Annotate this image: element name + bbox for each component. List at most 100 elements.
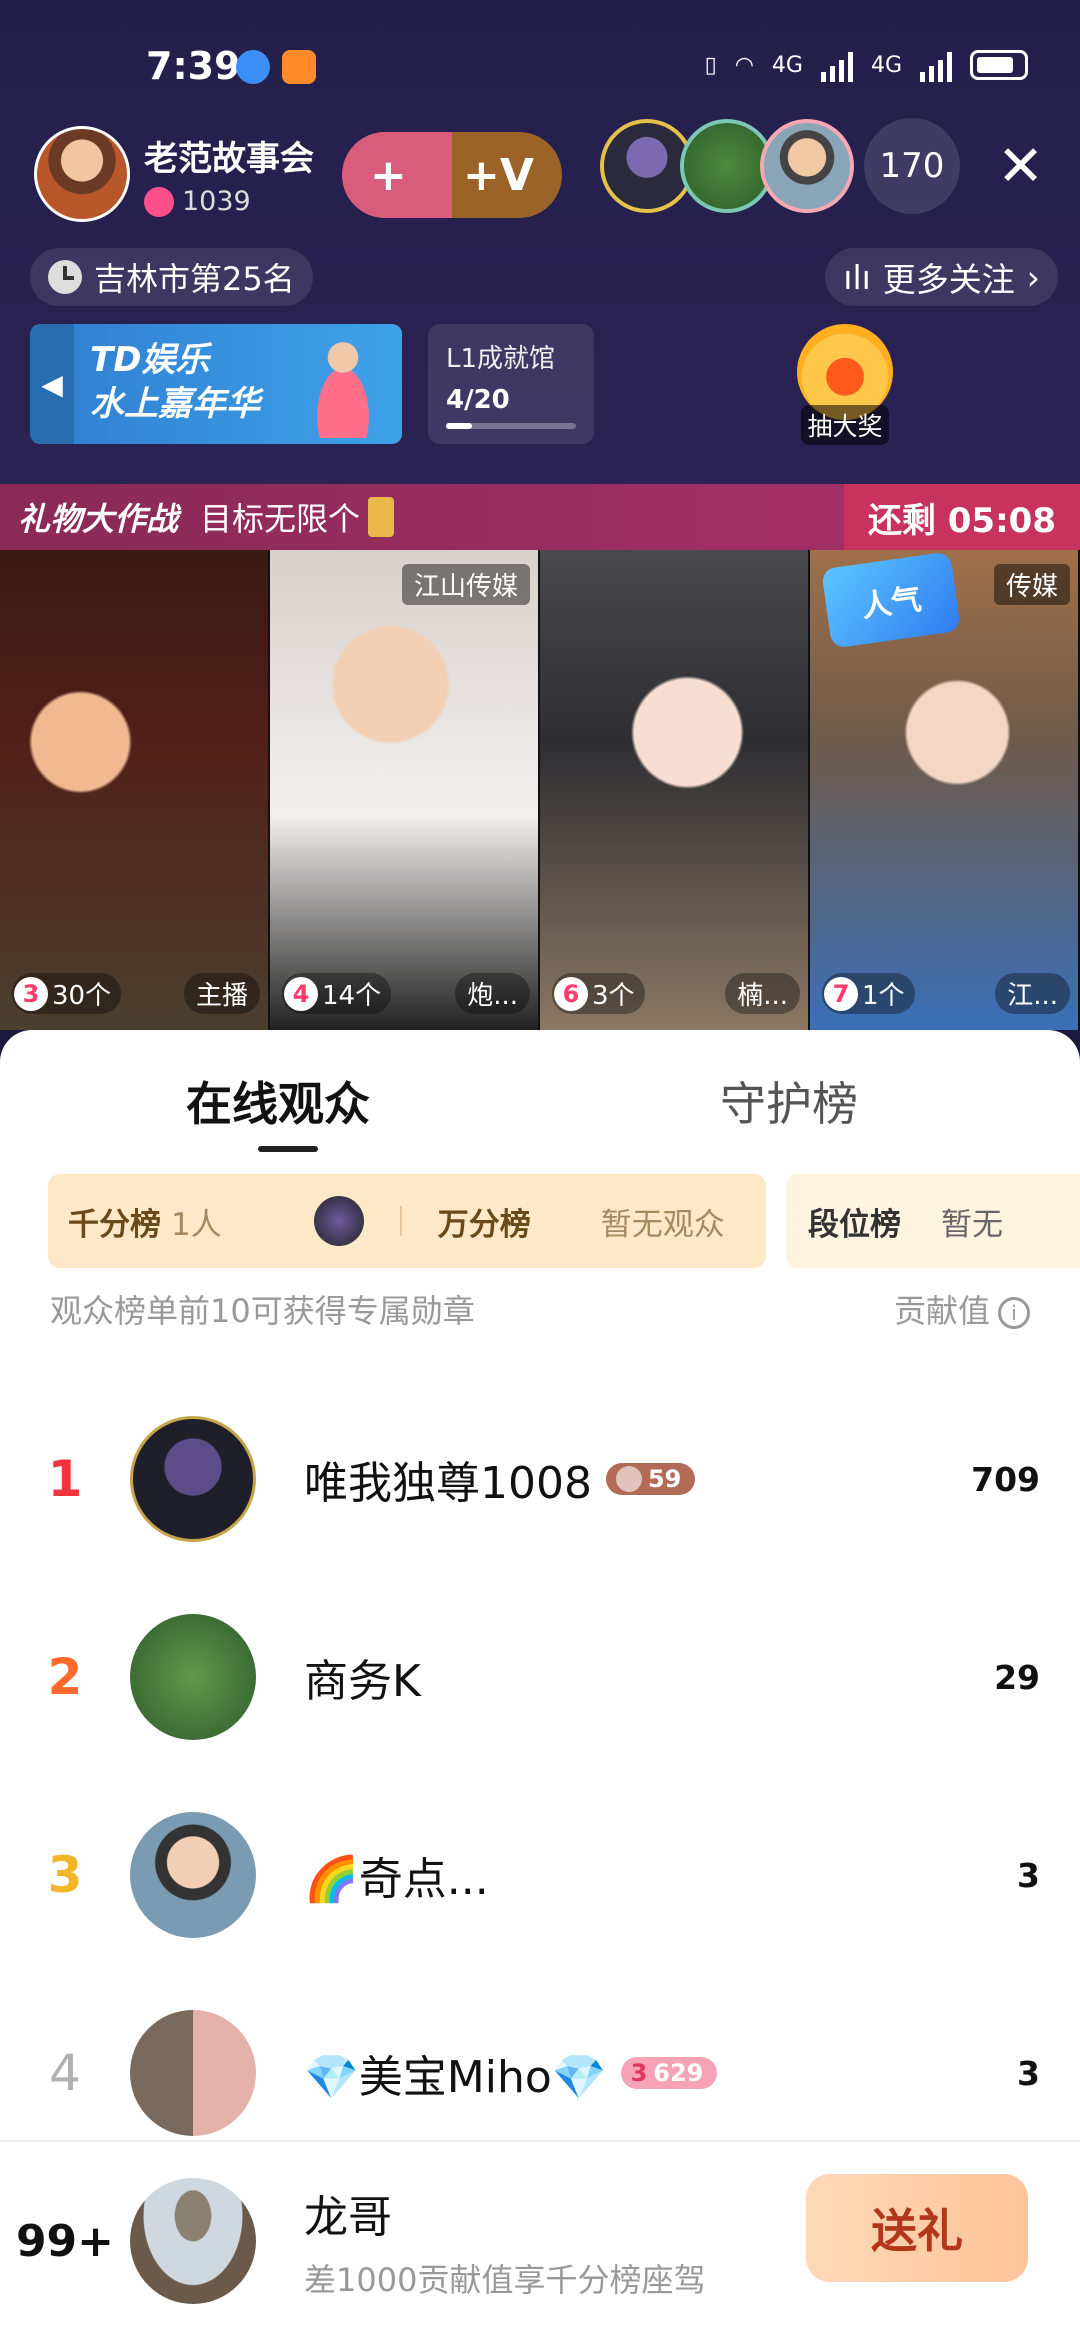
follow-button[interactable]: + +V (342, 132, 562, 218)
score-ranks-bar[interactable]: 千分榜 1人 万分榜 暂无观众 (48, 1174, 766, 1268)
tenthousand-rank-label: 万分榜 (437, 1206, 531, 1243)
streamer-tile[interactable]: 传媒 人气 7 1个 江... (810, 550, 1080, 1030)
segment-rank-label: 段位榜 (808, 1206, 901, 1243)
status-bar: 7:39 ▯ ◠ 4G 4G (0, 40, 1080, 96)
gift-goal-icon (368, 497, 395, 537)
host-name: 老范故事会 (144, 139, 314, 179)
user-avatar[interactable] (130, 1416, 256, 1542)
tab-online-audience[interactable]: 在线观众 (186, 1068, 370, 1134)
popularity-badge: 人气 (821, 551, 961, 649)
list-rank: 4 (49, 2044, 81, 2102)
thousand-rank-avatar (313, 1196, 364, 1246)
my-avatar[interactable] (130, 2178, 256, 2304)
tile-rank: 3 (14, 976, 48, 1011)
tile-rank: 7 (824, 976, 858, 1011)
achievement-card[interactable]: L1成就馆 4/20 (428, 324, 594, 444)
my-rank-hint: 差1000贡献值享千分榜座驾 (304, 2261, 706, 2299)
streamer-tile[interactable]: 3 30个 主播 (0, 550, 270, 1030)
streamer-tile[interactable]: 江山传媒 4 14个 炮... (270, 550, 540, 1030)
tile-name: 炮... (455, 973, 530, 1014)
thousand-rank[interactable]: 千分榜 1人 (68, 1196, 364, 1246)
more-follow-label: 更多关注 (882, 260, 1015, 299)
contribution-header[interactable]: 贡献值 i (894, 1286, 1030, 1334)
divider (399, 1206, 402, 1236)
tab-guard-ranking[interactable]: 守护榜 (720, 1068, 858, 1134)
streamer-tile[interactable]: 6 3个 楠... (540, 550, 810, 1030)
signal-label: 4G (771, 52, 803, 78)
tile-name: 江... (995, 973, 1070, 1014)
level-badge-value: 59 (647, 1465, 682, 1493)
list-item[interactable]: 2 商务K 29 (0, 1578, 1080, 1776)
fan-badge-level: 3 (630, 2059, 648, 2087)
bar-chart-icon: ılı (843, 257, 871, 297)
achievement-progress: 4/20 (446, 385, 510, 415)
top-viewers[interactable]: 170 (600, 118, 960, 214)
more-follow-button[interactable]: ılı 更多关注 › (825, 248, 1058, 306)
hint-text: 观众榜单前10可获得专属勋章 (50, 1292, 475, 1330)
audience-list: 1 唯我独尊1008 59 709 2 商务K 29 3 🌈奇点... 3 4 … (0, 1380, 1080, 2172)
heart-icon (144, 186, 174, 217)
tile-name: 楠... (725, 973, 800, 1014)
level-badge-icon (615, 1466, 642, 1492)
contribution-score: 3 (1017, 2053, 1040, 2093)
host-info[interactable]: 老范故事会 1039 (34, 124, 314, 224)
tenthousand-rank[interactable]: 万分榜 暂无观众 (438, 1199, 725, 1244)
tenthousand-rank-value: 暂无观众 (600, 1206, 725, 1243)
chevron-left-icon[interactable]: ◀ (30, 324, 74, 444)
heart-plus-icon: + (370, 149, 407, 201)
user-avatar[interactable] (130, 1812, 256, 1938)
vip-label: +V (463, 149, 534, 201)
tile-name: 主播 (183, 973, 260, 1014)
user-name: 商务K (304, 1656, 421, 1707)
promo-banner[interactable]: ◀ TD娱乐 水上嘉年华 (30, 324, 402, 444)
lottery-label: 抽大奖 (801, 405, 889, 445)
list-item[interactable]: 1 唯我独尊1008 59 709 (0, 1380, 1080, 1578)
user-name: 💎美宝Miho💎 (304, 2052, 607, 2103)
lottery-button[interactable]: 抽大奖 (786, 324, 904, 445)
viewer-count[interactable]: 170 (864, 118, 960, 214)
app-notification-icon (236, 50, 270, 84)
tab-indicator (258, 1146, 318, 1152)
achievement-bar-fill (446, 423, 472, 429)
tile-count: 30个 (52, 981, 112, 1011)
user-avatar[interactable] (130, 1614, 256, 1740)
city-rank-chip[interactable]: 吉林市第25名 (30, 248, 313, 306)
vibrate-icon: ▯ (704, 52, 717, 78)
list-rank: 2 (47, 1648, 83, 1706)
tile-count: 3个 (592, 981, 635, 1011)
tile-tag: 江山传媒 (401, 564, 530, 605)
battery-icon (970, 50, 1028, 80)
list-rank: 3 (47, 1846, 83, 1904)
signal-icon-2 (920, 48, 952, 82)
promo-line1: TD娱乐 (90, 340, 210, 380)
promo-figure (298, 332, 388, 438)
fan-badge: 3 629 (620, 2057, 718, 2089)
tile-count: 1个 (862, 981, 905, 1011)
viewer-avatar[interactable] (760, 119, 854, 213)
tile-count: 14个 (322, 981, 382, 1011)
info-icon[interactable]: i (998, 1297, 1030, 1329)
thousand-rank-value: 1人 (171, 1206, 222, 1243)
segment-rank[interactable]: 段位榜 暂无 (786, 1174, 1080, 1268)
contribution-label: 贡献值 (893, 1292, 990, 1330)
video-app-notification-icon (282, 50, 316, 84)
gift-battle-title: 礼物大作战 (18, 500, 179, 538)
user-avatar[interactable] (130, 2010, 256, 2136)
send-gift-button[interactable]: 送礼 (806, 2174, 1028, 2282)
contribution-score: 3 (1017, 1855, 1040, 1895)
promo-line2: 水上嘉年华 (90, 384, 260, 424)
my-name: 龙哥 (304, 2192, 392, 2243)
audience-sheet: 在线观众 守护榜 千分榜 1人 万分榜 暂无观众 段位榜 暂无 观众榜单前10可… (0, 1030, 1080, 2340)
achievement-bar (446, 423, 576, 429)
tile-rank: 4 (284, 976, 318, 1011)
close-icon[interactable]: ✕ (997, 132, 1044, 202)
gift-battle-banner[interactable]: 礼物大作战 目标无限个 还剩 05:08 (0, 484, 1080, 550)
city-rank-text: 吉林市第25名 (94, 260, 295, 298)
segment-rank-value: 暂无 (941, 1206, 1003, 1243)
live-room-header: 7:39 ▯ ◠ 4G 4G 老范故事会 1039 + +V 170 ✕ 吉林市… (0, 0, 1080, 1030)
my-rank-footer: 99+ 龙哥 差1000贡献值享千分榜座驾 送礼 (0, 2140, 1080, 2340)
list-item[interactable]: 3 🌈奇点... 3 (0, 1776, 1080, 1974)
signal-icon (820, 48, 853, 82)
achievement-title: L1成就馆 (446, 344, 556, 374)
host-avatar[interactable] (34, 126, 130, 222)
